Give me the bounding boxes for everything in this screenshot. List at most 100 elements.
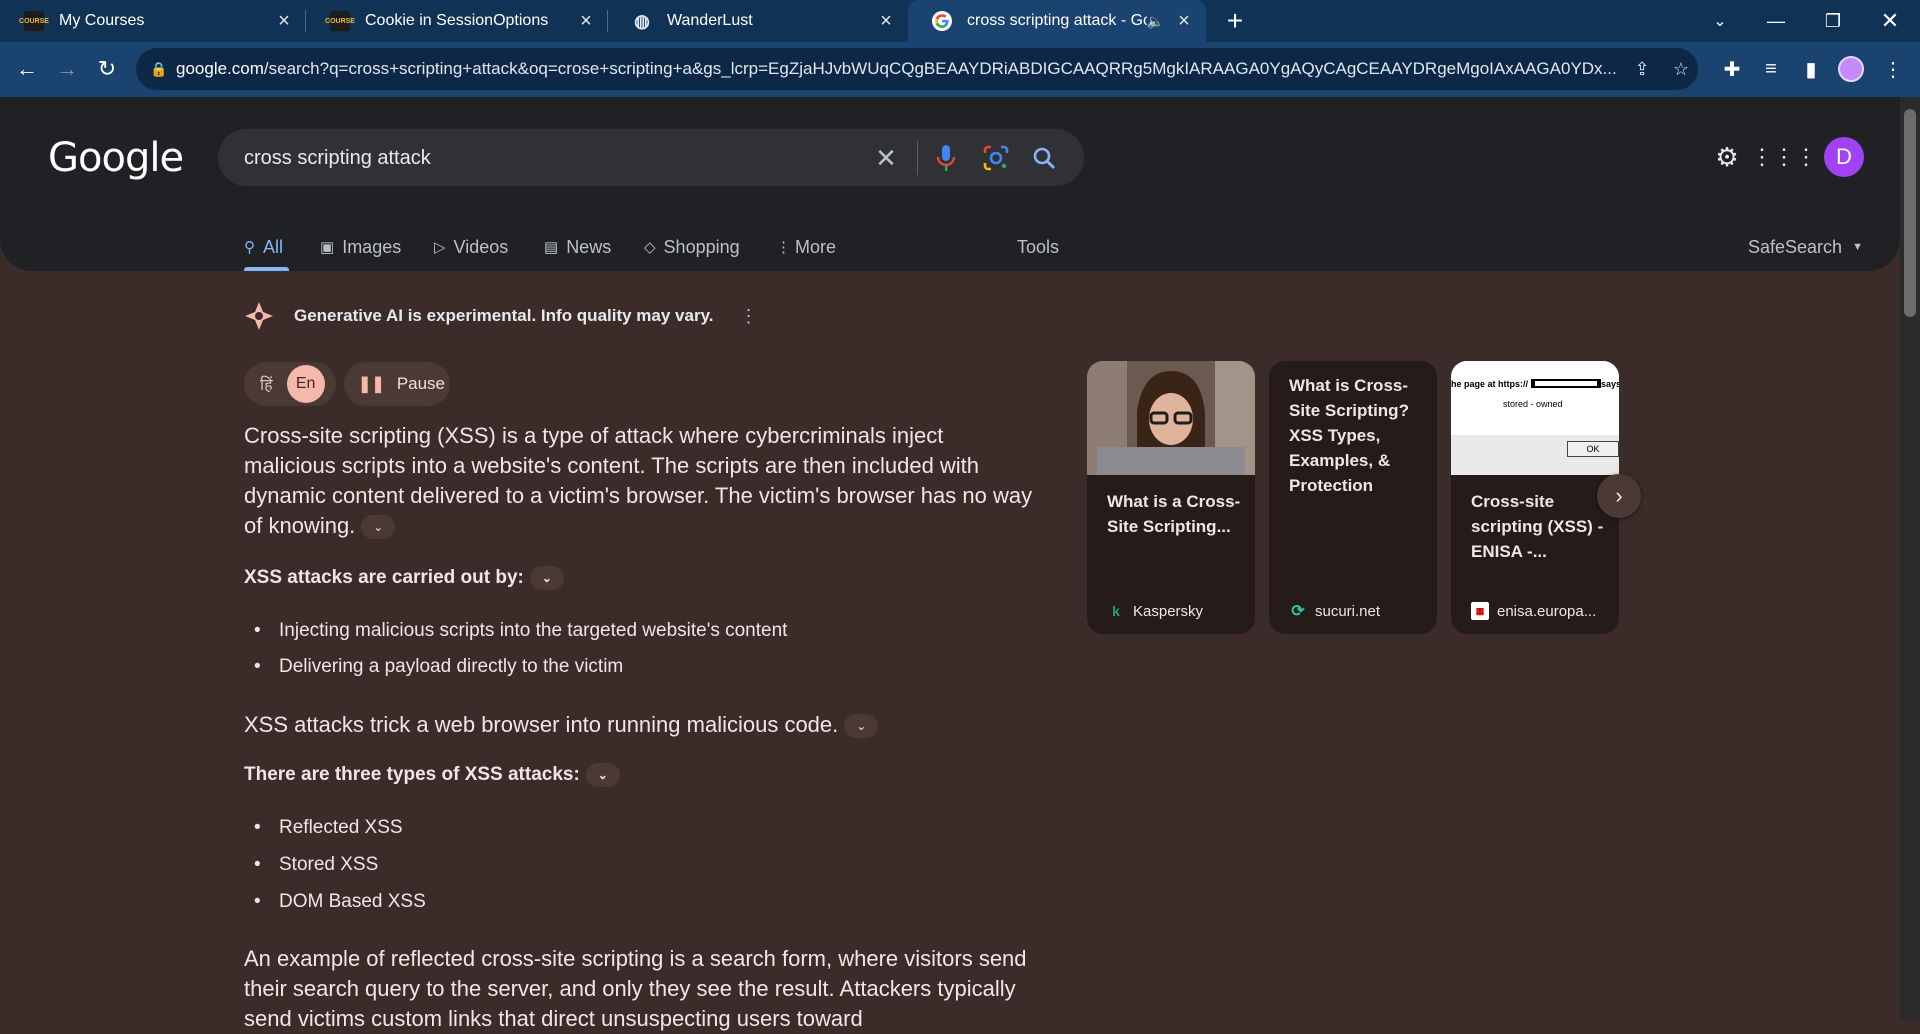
- expand-chevron-icon[interactable]: ⌄: [585, 763, 620, 787]
- example-paragraph: An example of reflected cross-site scrip…: [244, 946, 1027, 1031]
- expand-chevron-icon[interactable]: ⌄: [361, 515, 396, 540]
- bookmark-star-icon[interactable]: ☆: [1668, 56, 1694, 82]
- tab-news[interactable]: ▤ News: [544, 223, 611, 271]
- audio-playing-icon[interactable]: 🔈: [1147, 13, 1164, 30]
- sparkle-icon: [245, 302, 273, 330]
- clear-search-icon[interactable]: ✕: [870, 142, 902, 174]
- account-avatar[interactable]: D: [1824, 137, 1864, 177]
- google-header: Google ✕ ⚙ ⋮⋮⋮ D ⚲ All ▣ Images ▷ Videos: [0, 97, 1900, 271]
- ai-intro-paragraph: Cross-site scripting (XSS) is a type of …: [244, 423, 1033, 540]
- google-logo[interactable]: Google: [48, 135, 184, 181]
- safesearch-button[interactable]: SafeSearch ▼: [1748, 223, 1863, 271]
- source-card-kaspersky[interactable]: What is a Cross-Site Scripting... k Kasp…: [1087, 361, 1255, 634]
- search-input[interactable]: [244, 143, 844, 173]
- list-item: Delivering a payload directly to the vic…: [244, 656, 787, 678]
- pause-button[interactable]: ❚❚ Pause: [344, 362, 450, 406]
- reload-icon[interactable]: ↻: [90, 52, 124, 86]
- ai-experimental-notice: Generative AI is experimental. Info qual…: [294, 306, 714, 325]
- browser-toolbar: ← → ↻ 🔒 google.com/search?q=cross+script…: [0, 42, 1920, 97]
- search-icon: ⚲: [244, 239, 255, 256]
- address-bar[interactable]: 🔒 google.com/search?q=cross+scripting+at…: [136, 48, 1698, 90]
- source-card-title: What is a Cross-Site Scripting...: [1107, 492, 1241, 536]
- trick-paragraph: XSS attacks trick a web browser into run…: [244, 710, 1034, 740]
- tab-strip: COURSE My Courses × COURSE Cookie in Ses…: [0, 0, 1920, 42]
- active-tab-indicator: [244, 267, 289, 271]
- tab-my-courses[interactable]: COURSE My Courses ×: [0, 0, 306, 42]
- source-card-enisa[interactable]: he page at https:// says stored - owned …: [1451, 361, 1619, 634]
- tab-cookie-sessionoptions[interactable]: COURSE Cookie in SessionOptions ×: [306, 0, 608, 42]
- language-toggle[interactable]: हिं En: [244, 362, 336, 406]
- close-window-icon[interactable]: ✕: [1862, 0, 1918, 42]
- search-tabs: ⚲ All ▣ Images ▷ Videos ▤ News ◇ Shoppin…: [0, 223, 1900, 271]
- tab-more[interactable]: ⋮ More: [776, 223, 836, 271]
- video-icon: ▷: [434, 239, 446, 256]
- settings-gear-icon[interactable]: ⚙: [1707, 137, 1747, 177]
- side-panel-icon[interactable]: ▮: [1796, 54, 1826, 84]
- media-control-icon[interactable]: ≡: [1756, 54, 1786, 84]
- close-tab-icon[interactable]: ×: [272, 9, 296, 33]
- google-lens-icon[interactable]: [980, 142, 1012, 174]
- tab-images[interactable]: ▣ Images: [320, 223, 401, 271]
- browser-profile-avatar[interactable]: [1838, 56, 1864, 82]
- tab-shopping[interactable]: ◇ Shopping: [644, 223, 740, 271]
- sucuri-icon: ⟳: [1291, 603, 1305, 620]
- person-at-laptop-thumbnail: [1087, 361, 1255, 475]
- course-logo-icon: COURSE: [325, 11, 355, 31]
- apps-grid-icon[interactable]: ⋮⋮⋮: [1751, 137, 1817, 177]
- more-vert-icon: ⋮: [776, 239, 791, 256]
- list-item: Reflected XSS: [244, 817, 426, 839]
- extensions-puzzle-icon[interactable]: ✚: [1717, 54, 1747, 84]
- tools-button[interactable]: Tools: [1017, 223, 1059, 271]
- tab-google-search[interactable]: cross scripting attack - Goog 🔈 ×: [908, 0, 1206, 42]
- xss-types-list: Reflected XSS Stored XSS DOM Based XSS: [244, 817, 426, 913]
- restore-icon[interactable]: ❐: [1805, 0, 1861, 42]
- new-tab-button[interactable]: +: [1220, 5, 1250, 36]
- back-arrow-icon[interactable]: ←: [10, 52, 44, 86]
- news-icon: ▤: [544, 239, 559, 256]
- minimize-icon[interactable]: —: [1748, 0, 1804, 42]
- address-url[interactable]: google.com/search?q=cross+scripting+atta…: [176, 59, 1624, 79]
- forward-arrow-icon[interactable]: →: [50, 52, 84, 86]
- alert-dialog-thumbnail: he page at https:// says stored - owned …: [1451, 361, 1619, 475]
- close-tab-icon[interactable]: ×: [874, 9, 898, 33]
- share-icon[interactable]: ⇪: [1629, 56, 1655, 82]
- close-tab-icon[interactable]: ×: [1172, 9, 1196, 33]
- search-icon[interactable]: [1028, 142, 1060, 174]
- chrome-menu-icon[interactable]: ⋮: [1878, 54, 1908, 84]
- microphone-icon[interactable]: [930, 142, 962, 174]
- close-tab-icon[interactable]: ×: [574, 9, 598, 33]
- carried-out-heading: XSS attacks are carried out by: ⌄: [244, 566, 564, 590]
- source-card-sucuri[interactable]: What is Cross-Site Scripting? XSS Types,…: [1269, 361, 1437, 634]
- list-item: Injecting malicious scripts into the tar…: [244, 620, 787, 642]
- tag-icon: ◇: [644, 239, 656, 256]
- course-logo-icon: COURSE: [19, 11, 49, 31]
- google-g-icon: [932, 11, 952, 31]
- tab-videos[interactable]: ▷ Videos: [434, 223, 508, 271]
- more-options-icon[interactable]: ⋮: [740, 306, 758, 327]
- pause-icon: ❚❚: [358, 376, 385, 393]
- page-scrollbar[interactable]: [1900, 97, 1920, 1020]
- lock-icon[interactable]: 🔒: [150, 61, 170, 78]
- tab-title: cross scripting attack - Goog: [967, 12, 1147, 29]
- language-english-option[interactable]: En: [286, 365, 325, 403]
- scrollbar-thumb[interactable]: [1904, 109, 1916, 317]
- expand-chevron-icon[interactable]: ⌄: [844, 714, 879, 739]
- pause-label: Pause: [396, 374, 446, 393]
- xss-types-heading: There are three types of XSS attacks: ⌄: [244, 763, 620, 787]
- source-card-site: k Kaspersky: [1107, 602, 1203, 620]
- next-sources-arrow-icon[interactable]: ›: [1597, 474, 1641, 518]
- kaspersky-icon: k: [1112, 603, 1120, 619]
- search-divider: [917, 141, 918, 175]
- source-card-site: ▦ enisa.europa...: [1471, 602, 1596, 620]
- carried-out-list: Injecting malicious scripts into the tar…: [244, 620, 787, 678]
- globe-icon: ◍: [634, 10, 650, 31]
- language-hindi-option[interactable]: हिं: [260, 373, 273, 395]
- tab-wanderlust[interactable]: ◍ WanderLust ×: [608, 0, 908, 42]
- expand-chevron-icon[interactable]: ⌄: [529, 566, 564, 590]
- tab-all[interactable]: ⚲ All: [244, 223, 289, 271]
- tab-title: Cookie in SessionOptions: [365, 12, 549, 29]
- tab-title: WanderLust: [667, 12, 753, 29]
- list-item: Stored XSS: [244, 854, 426, 876]
- tab-search-chevron-icon[interactable]: ⌄: [1692, 0, 1748, 42]
- search-box[interactable]: ✕: [218, 129, 1084, 186]
